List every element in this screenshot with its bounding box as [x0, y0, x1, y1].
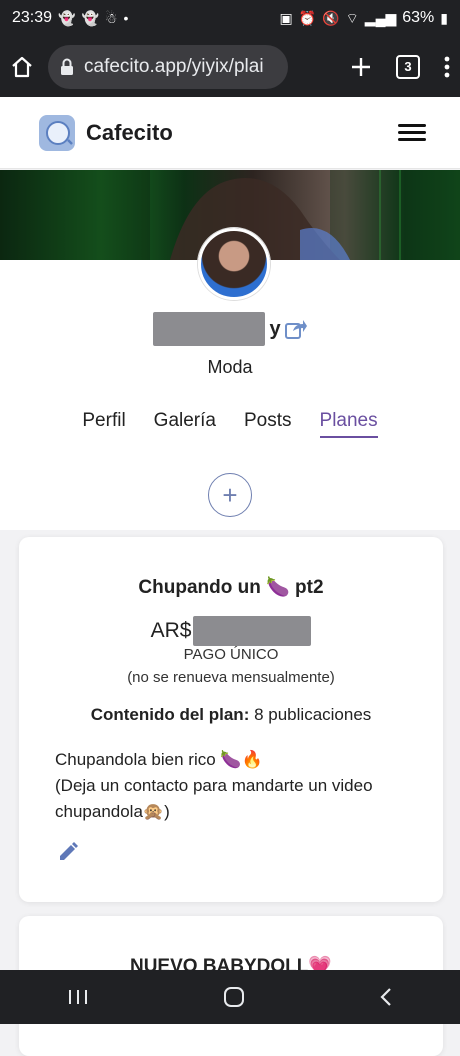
mute-icon: 🔇 [322, 10, 340, 26]
url-text: cafecito.app/yiyix/plai [84, 55, 264, 77]
status-bar: 23:39 👻 👻 ☃ • ▣ ⏰ 🔇 ⌔ ▂▄▆ 63% ▮ [0, 0, 460, 36]
snapchat-icon: 👻 [81, 10, 99, 26]
snapchat-icon: 👻 [58, 10, 76, 26]
notification-icon: ☃ [104, 10, 118, 26]
plan-content-label: Contenido del plan: [90, 705, 250, 724]
tab-switcher-button[interactable]: 3 [396, 54, 420, 79]
tab-perfil[interactable]: Perfil [82, 410, 125, 438]
plan-description-line: (Deja un contacto para mandarte un video… [55, 776, 373, 821]
profile-category: Moda [207, 357, 253, 377]
plan-description-line: Chupandola bien rico 🍆🔥 [55, 750, 263, 769]
profile-name-row: y [0, 312, 460, 346]
plan-card: Chupando un 🍆 pt2 AR$ PAGO ÚNICO (no se … [19, 537, 443, 902]
battery-percent: 63% [402, 9, 435, 26]
alarm-icon: ⏰ [298, 10, 317, 26]
profile-tabs: Perfil Galería Posts Planes [0, 410, 460, 438]
recent-apps-icon[interactable] [67, 988, 89, 1006]
edit-pencil-icon[interactable] [57, 841, 79, 863]
brand-name[interactable]: Cafecito [86, 120, 173, 146]
site-header: Cafecito [0, 97, 460, 169]
back-icon[interactable] [379, 987, 393, 1007]
android-nav-bar [0, 970, 460, 1024]
plan-content: Contenido del plan: 8 publicaciones [19, 705, 443, 725]
add-plan-button[interactable]: + [208, 473, 252, 517]
wifi-icon: ⌔ [345, 10, 359, 26]
plan-currency: AR$ [150, 619, 192, 642]
signal-icon: ▂▄▆ [364, 10, 397, 26]
cafecito-logo-icon[interactable] [38, 114, 76, 152]
plan-price: AR$ [19, 616, 443, 646]
plan-renewal-note: (no se renueva mensualmente) [127, 669, 335, 686]
redacted-price [193, 616, 312, 646]
home-circle-icon[interactable] [223, 986, 245, 1008]
battery-icon: ▮ [440, 10, 448, 26]
plan-content-value: 8 publicaciones [254, 705, 372, 724]
more-notifications-icon: • [123, 10, 129, 26]
url-bar[interactable]: cafecito.app/yiyix/plai [48, 44, 288, 89]
status-time: 23:39 [12, 9, 53, 26]
new-tab-icon[interactable] [350, 56, 372, 78]
profile-name-suffix: y [269, 317, 281, 340]
avatar[interactable] [198, 228, 270, 300]
share-icon[interactable] [284, 319, 307, 339]
tab-galeria[interactable]: Galería [154, 410, 216, 438]
plan-payment-type: PAGO ÚNICO [183, 646, 279, 663]
home-icon[interactable] [10, 55, 34, 79]
plan-title: Chupando un 🍆 pt2 [138, 577, 324, 598]
redacted-name [153, 312, 266, 346]
more-menu-icon[interactable] [444, 56, 450, 78]
lock-icon [61, 58, 73, 75]
lock-icon: ▣ [279, 10, 293, 26]
plan-description: Chupandola bien rico 🍆🔥 (Deja un contact… [55, 747, 415, 825]
hamburger-menu-icon[interactable] [398, 124, 426, 141]
browser-toolbar: cafecito.app/yiyix/plai 3 [0, 36, 460, 97]
tab-posts[interactable]: Posts [244, 410, 292, 438]
tab-planes[interactable]: Planes [319, 410, 378, 438]
